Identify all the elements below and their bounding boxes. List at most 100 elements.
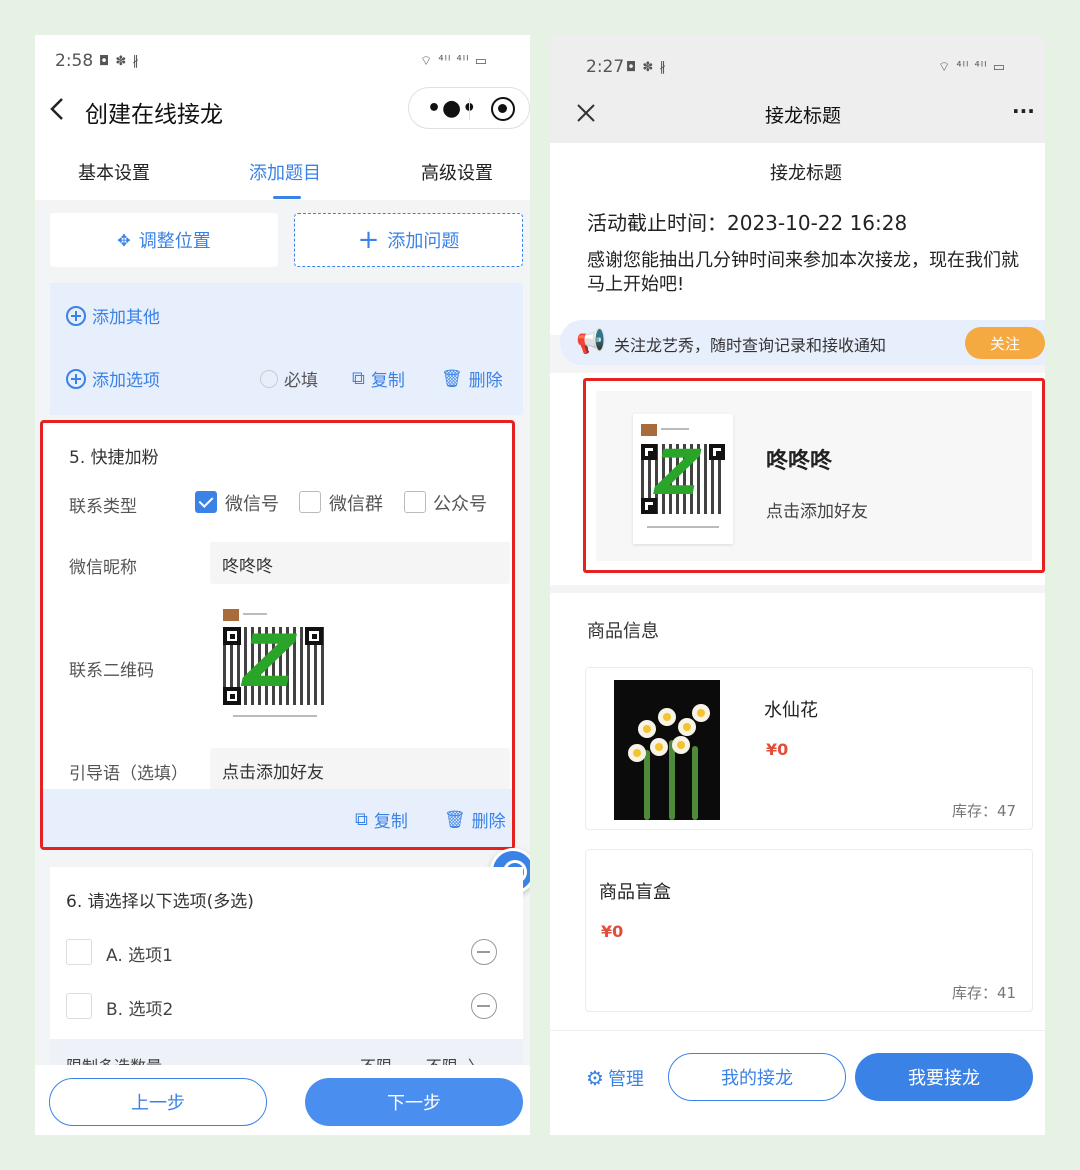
- radio-icon: [260, 369, 278, 388]
- copy-label: 复制: [373, 812, 408, 832]
- join-solitaire-button[interactable]: 我要接龙: [855, 1053, 1033, 1101]
- add-option-button[interactable]: 添加选项: [66, 366, 160, 391]
- qr-code-label: 联系二维码: [69, 661, 154, 681]
- add-other-button[interactable]: 添加其他: [66, 303, 160, 328]
- gear-icon: ⚙: [586, 1066, 604, 1090]
- close-target-icon[interactable]: [491, 97, 515, 121]
- option-label: A. 选项1: [106, 946, 173, 966]
- friend-name: 咚咚咚: [766, 449, 833, 474]
- copy-label: 复制: [370, 371, 405, 391]
- intro-text: 感谢您能抽出几分钟时间来参加本次接龙，现在我们就马上开始吧!: [587, 250, 1019, 295]
- status-time: 2:58: [55, 51, 94, 71]
- active-tab-indicator: [273, 196, 301, 199]
- capsule-divider: [469, 98, 470, 120]
- goods-stock: 库存：47: [952, 802, 1017, 820]
- bottom-action-bar: ⚙ 管理 我的接龙 我要接龙: [550, 1030, 1045, 1135]
- petal: [672, 736, 690, 754]
- leaf: [692, 746, 698, 820]
- qr-finder: [223, 627, 241, 645]
- adjust-position-button[interactable]: ✥ 调整位置: [50, 213, 278, 267]
- tab-advanced-settings[interactable]: 高级设置: [421, 159, 493, 185]
- add-other-label: 添加其他: [92, 308, 160, 328]
- delete-button[interactable]: 🗑 删除: [444, 807, 506, 833]
- activity-subtitle: 接龙标题: [770, 163, 842, 184]
- question-title: 5. 快捷加粉: [69, 448, 159, 468]
- wechat-id-checkbox[interactable]: [195, 491, 217, 513]
- manage-button[interactable]: ⚙ 管理: [586, 1065, 644, 1091]
- petal: [628, 744, 646, 762]
- tab-basic-settings[interactable]: 基本设置: [78, 159, 150, 185]
- status-icons: ◘ ✽ ∦: [99, 54, 140, 69]
- add-option-label: 添加选项: [92, 371, 160, 391]
- my-solitaire-button[interactable]: 我的接龙: [668, 1053, 846, 1101]
- qr-caption-line: [647, 526, 719, 528]
- nav-title: 接龙标题: [765, 105, 842, 127]
- add-friend-card[interactable]: Z 咚咚咚 点击添加好友: [583, 378, 1045, 573]
- leaf: [669, 740, 675, 820]
- goods-section-title: 商品信息: [587, 621, 659, 642]
- add-circle-icon: [66, 305, 86, 326]
- previous-step-button[interactable]: 上一步: [49, 1078, 267, 1126]
- goods-item-narcissus[interactable]: 水仙花 ¥0 库存：47: [585, 667, 1033, 830]
- add-circle-icon: [66, 368, 86, 389]
- option-checkbox[interactable]: [66, 939, 92, 965]
- goods-price: ¥0: [601, 922, 624, 941]
- copy-button[interactable]: ⧉ 复制: [352, 366, 405, 391]
- status-signal-icons: ⌔ ⁴ᴵᴵ ⁴ᴵᴵ ▭: [938, 60, 1006, 75]
- move-icon: ✥: [117, 230, 131, 250]
- qr-code-image[interactable]: Z: [221, 605, 329, 723]
- question-toolbar-panel: 添加其他 添加选项 必填 ⧉ 复制 🗑 删除: [50, 283, 523, 415]
- close-icon[interactable]: [576, 103, 596, 123]
- required-label: 必填: [284, 371, 318, 391]
- official-account-option: 公众号: [433, 494, 487, 515]
- follow-button[interactable]: 关注: [965, 327, 1045, 359]
- wechat-group-option: 微信群: [329, 494, 383, 515]
- manage-label: 管理: [607, 1069, 644, 1090]
- option-checkbox[interactable]: [66, 993, 92, 1019]
- more-icon[interactable]: ···: [1012, 99, 1035, 123]
- required-toggle[interactable]: 必填: [260, 366, 318, 391]
- add-question-button[interactable]: + 添加问题: [294, 213, 523, 267]
- tab-add-questions[interactable]: 添加题目: [249, 159, 321, 185]
- page-title: 创建在线接龙: [85, 102, 223, 128]
- question-title: 6. 请选择以下选项(多选): [66, 892, 254, 912]
- question-card-footer: ⧉ 复制 🗑 删除: [43, 789, 512, 847]
- delete-button[interactable]: 🗑 删除: [441, 366, 503, 392]
- megaphone-icon: 📢: [576, 327, 606, 355]
- guide-text-input[interactable]: 点击添加好友: [210, 748, 510, 790]
- goods-name: 水仙花: [764, 700, 818, 721]
- remove-option-icon[interactable]: [471, 939, 497, 965]
- goods-item-blind-box[interactable]: 商品盲盒 ¥0 库存：41: [585, 849, 1033, 1012]
- leaf: [644, 750, 650, 820]
- nickname-input[interactable]: 咚咚咚: [210, 542, 510, 584]
- status-signal-icons: ⌔ ⁴ᴵᴵ ⁴ᴵᴵ ▭: [420, 54, 488, 69]
- qr-caption-line: [233, 715, 317, 717]
- nickname-label: 微信昵称: [69, 558, 137, 578]
- bottom-action-bar: 上一步 下一步: [35, 1065, 530, 1135]
- copy-button[interactable]: ⧉ 复制: [355, 807, 408, 832]
- status-time: 2:27: [586, 57, 625, 77]
- add-friend-card-inner: Z 咚咚咚 点击添加好友: [596, 391, 1032, 561]
- back-arrow-icon[interactable]: [49, 97, 65, 121]
- narcissus-image: [614, 680, 720, 820]
- add-question-label: 添加问题: [387, 231, 460, 252]
- next-step-button[interactable]: 下一步: [305, 1078, 523, 1126]
- official-account-checkbox[interactable]: [404, 491, 426, 513]
- goods-name: 商品盲盒: [599, 882, 671, 903]
- delete-label: 删除: [468, 371, 503, 391]
- friend-qr-code: Z: [633, 414, 733, 544]
- qr-finder: [709, 444, 725, 460]
- petal: [692, 704, 710, 722]
- follow-notice-text: 关注龙艺秀，随时查询记录和接收通知: [614, 336, 887, 355]
- qr-finder: [641, 444, 657, 460]
- petal: [658, 708, 676, 726]
- solitaire-detail-screen: 2:27 ◘ ✽ ∦ ⌔ ⁴ᴵᴵ ⁴ᴵᴵ ▭ 接龙标题 ··· 接龙标题 活动截…: [550, 35, 1045, 1135]
- petal: [678, 718, 696, 736]
- copy-icon: ⧉: [355, 809, 368, 830]
- wechat-group-checkbox[interactable]: [299, 491, 321, 513]
- trash-icon: 🗑: [441, 368, 463, 389]
- remove-option-icon[interactable]: [471, 993, 497, 1019]
- contact-type-label: 联系类型: [69, 497, 137, 517]
- guide-text-label: 引导语（选填）: [69, 764, 188, 784]
- wechat-id-option: 微信号: [225, 494, 279, 515]
